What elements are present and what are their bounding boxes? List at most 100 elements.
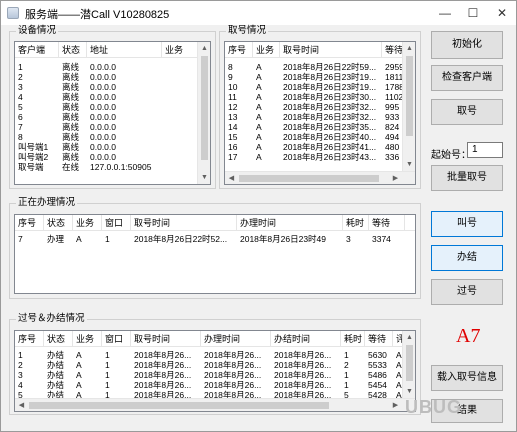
ticket-time: 2018年8月26日23时35... [283, 122, 377, 132]
device-address: 0.0.0.0 [90, 62, 116, 72]
device-address: 0.0.0.0 [90, 142, 116, 152]
device-address: 0.0.0.0 [90, 72, 116, 82]
device-status: 离线 [62, 72, 80, 82]
ticket-seq: 10 [228, 82, 238, 92]
device-col-client[interactable]: 客户端 [15, 42, 59, 58]
device-address: 0.0.0.0 [90, 82, 116, 92]
scroll-up-icon[interactable]: ▲ [403, 331, 415, 344]
ticket-time: 2018年8月26日22时59... [283, 62, 377, 72]
ticket-col-wait[interactable]: 等待 [382, 42, 404, 58]
processing-col-business[interactable]: 业务 [73, 215, 102, 231]
history-col-wait[interactable]: 等待 [365, 331, 393, 347]
close-button[interactable]: ✕ [488, 1, 516, 25]
history-group-title: 过号＆办结情况 [16, 313, 87, 325]
device-col-address[interactable]: 地址 [87, 42, 162, 58]
history-vertical-scrollbar[interactable]: ▲ ▼ [402, 331, 415, 398]
ticket-time: 2018年8月26日23时43... [283, 152, 377, 162]
scroll-thumb[interactable] [201, 56, 208, 160]
processing-col-duration[interactable]: 耗时 [343, 215, 369, 231]
app-icon [7, 7, 19, 19]
server-window: 服务端——潜Call V10280825 — ☐ ✕ 设备情况 客户端 状态 地… [0, 0, 517, 432]
device-client: 叫号端1 [18, 142, 49, 152]
ticket-horizontal-scrollbar[interactable]: ◀ ▶ [225, 171, 415, 184]
history-window: 1 [105, 380, 110, 390]
scroll-thumb[interactable] [239, 175, 379, 182]
history-list[interactable]: 序号 状态 业务 窗口 取号时间 办理时间 办结时间 耗时 等待 评 1 办结 A 1… [14, 330, 416, 412]
minimize-button[interactable]: — [431, 1, 459, 25]
ticket-group: 取号情况 序号 业务 取号时间 等待 8 A 2018年8月26日22时59... 2… [219, 25, 421, 189]
ticket-list[interactable]: 序号 业务 取号时间 等待 8 A 2018年8月26日22时59... 2959 9… [224, 41, 416, 185]
device-client: 6 [18, 112, 23, 122]
ticket-business: A [256, 62, 262, 72]
ticket-wait: 494 [385, 132, 400, 142]
device-status: 离线 [62, 112, 80, 122]
ticket-business: A [256, 152, 262, 162]
scroll-left-icon[interactable]: ◀ [15, 399, 28, 411]
scroll-left-icon[interactable]: ◀ [225, 172, 238, 184]
processing-col-seq[interactable]: 序号 [15, 215, 44, 231]
device-client: 5 [18, 102, 23, 112]
history-finish-time: 2018年8月26... [274, 380, 332, 390]
take-number-button[interactable]: 取号 [431, 99, 503, 125]
ticket-seq: 14 [228, 122, 238, 132]
history-col-status[interactable]: 状态 [44, 331, 73, 347]
device-col-business[interactable]: 业务 [162, 42, 199, 58]
scroll-up-icon[interactable]: ▲ [198, 42, 210, 55]
scroll-right-icon[interactable]: ▶ [389, 172, 402, 184]
call-number-button[interactable]: 叫号 [431, 211, 503, 237]
processing-col-take-time[interactable]: 取号时间 [131, 215, 237, 231]
scroll-right-icon[interactable]: ▶ [389, 399, 402, 411]
history-duration: 2 [344, 360, 349, 370]
ticket-business: A [256, 132, 262, 142]
device-client: 3 [18, 82, 23, 92]
history-col-business[interactable]: 业务 [73, 331, 102, 347]
scroll-thumb[interactable] [406, 56, 413, 136]
ticket-wait: 933 [385, 112, 400, 122]
ticket-col-time[interactable]: 取号时间 [280, 42, 382, 58]
history-business: A [76, 370, 82, 380]
ticket-seq: 8 [228, 62, 233, 72]
processing-list[interactable]: 序号 状态 业务 窗口 取号时间 办理时间 耗时 等待 7 办理 A 1 201… [14, 214, 416, 294]
history-finish-time: 2018年8月26... [274, 350, 332, 360]
device-vertical-scrollbar[interactable]: ▲ ▼ [197, 42, 210, 184]
device-address: 0.0.0.0 [90, 102, 116, 112]
check-client-button[interactable]: 检查客户端 [431, 65, 503, 91]
history-col-seq[interactable]: 序号 [15, 331, 44, 347]
skip-button[interactable]: 过号 [431, 279, 503, 305]
history-col-duration[interactable]: 耗时 [341, 331, 365, 347]
processing-col-handle-time[interactable]: 办理时间 [237, 215, 343, 231]
processing-col-status[interactable]: 状态 [44, 215, 73, 231]
device-list[interactable]: 客户端 状态 地址 业务 1 离线 0.0.0.0 2 离线 0.0.0.0 3 离线 0.… [14, 41, 211, 185]
history-take-time: 2018年8月26... [134, 350, 192, 360]
ticket-vertical-scrollbar[interactable]: ▲ ▼ [402, 42, 415, 171]
ticket-wait: 995 [385, 102, 400, 112]
load-ticket-info-button[interactable]: 载入取号信息 [431, 365, 503, 391]
scroll-down-icon[interactable]: ▼ [403, 158, 415, 171]
history-col-take-time[interactable]: 取号时间 [131, 331, 201, 347]
device-status: 离线 [62, 132, 80, 142]
ticket-wait: 824 [385, 122, 400, 132]
scroll-thumb[interactable] [406, 345, 413, 381]
history-col-finish-time[interactable]: 办结时间 [271, 331, 341, 347]
device-status: 离线 [62, 102, 80, 112]
ticket-time: 2018年8月26日23时41... [283, 142, 377, 152]
batch-take-button[interactable]: 批量取号 [431, 165, 503, 191]
processing-col-wait[interactable]: 等待 [369, 215, 405, 231]
start-number-input[interactable]: 1 [467, 142, 503, 158]
device-client: 4 [18, 92, 23, 102]
scroll-thumb[interactable] [29, 402, 329, 409]
processing-col-window[interactable]: 窗口 [102, 215, 131, 231]
history-col-window[interactable]: 窗口 [102, 331, 131, 347]
history-horizontal-scrollbar[interactable]: ◀ ▶ [15, 398, 415, 411]
scroll-down-icon[interactable]: ▼ [198, 171, 210, 184]
history-window: 1 [105, 370, 110, 380]
device-col-status[interactable]: 状态 [59, 42, 87, 58]
scroll-up-icon[interactable]: ▲ [403, 42, 415, 55]
ticket-col-business[interactable]: 业务 [253, 42, 280, 58]
ticket-col-seq[interactable]: 序号 [225, 42, 253, 58]
init-button[interactable]: 初始化 [431, 31, 503, 59]
history-col-handle-time[interactable]: 办理时间 [201, 331, 271, 347]
maximize-button[interactable]: ☐ [459, 1, 487, 25]
finish-button[interactable]: 办结 [431, 245, 503, 271]
history-take-time: 2018年8月26... [134, 370, 192, 380]
